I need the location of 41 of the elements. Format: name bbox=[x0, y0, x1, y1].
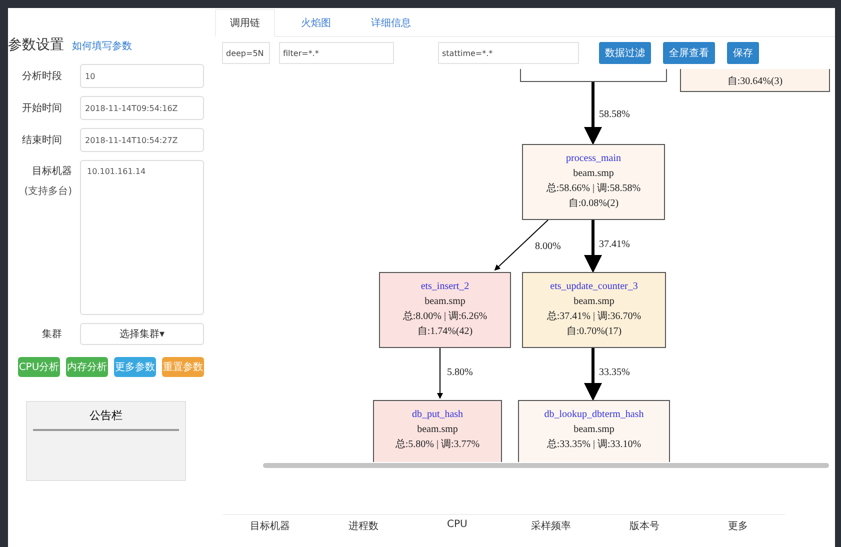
input-field[interactable]: 2018-11-14T10:54:27Z bbox=[80, 128, 204, 152]
graph-node[interactable]: 自:30.64%(3) bbox=[680, 69, 830, 92]
column-header: 采样频率 bbox=[530, 520, 572, 533]
edge-label: 33.35% bbox=[599, 367, 630, 378]
field-label: 集群 bbox=[41, 328, 62, 341]
toolbar-button[interactable]: 全屏查看 bbox=[663, 42, 715, 64]
column-header: 版本号 bbox=[628, 520, 661, 533]
help-link[interactable]: 如何填写参数 bbox=[72, 39, 132, 53]
field-hint: (支持多台) bbox=[24, 184, 72, 198]
edge-label: 5.80% bbox=[447, 367, 473, 378]
graph-node[interactable]: db_lookup_dbterm_hash beam.smp 总:33.35% | 调:33.10% bbox=[518, 400, 670, 462]
column-header: CPU bbox=[446, 519, 468, 532]
filter-field[interactable]: deep=5N bbox=[222, 42, 270, 64]
scrollbar-thumb[interactable] bbox=[263, 463, 829, 468]
notice-title: 公告栏 bbox=[90, 409, 122, 422]
graph-node[interactable]: db_put_hash beam.smp 总:5.80% | 调:3.77% bbox=[373, 400, 502, 462]
column-header: 目标机器 bbox=[248, 520, 291, 533]
edge-label: 37.41% bbox=[599, 239, 630, 250]
cluster-dropdown[interactable]: 选择集群▾ bbox=[80, 323, 204, 345]
text-area[interactable]: 10.101.161.14 bbox=[80, 160, 204, 315]
toolbar-button[interactable]: 数据过滤 bbox=[599, 42, 651, 64]
filter-field[interactable]: filter=*.* bbox=[279, 42, 394, 64]
graph-node[interactable]: process_main beam.smp 总:58.66% | 调:58.58% 自:0.08%(2) bbox=[522, 144, 665, 220]
panel-title: 参数设置 bbox=[8, 36, 64, 54]
column-header: 进程数 bbox=[348, 520, 380, 533]
column-header: 更多 bbox=[727, 520, 750, 533]
filter-field[interactable]: stattime=*.* bbox=[438, 42, 579, 64]
field-label: 目标机器 bbox=[31, 164, 72, 178]
edge-label: 8.00% bbox=[535, 241, 561, 252]
graph-node[interactable]: ets_update_counter_3 beam.smp 总:37.41% | 调:36.70% 自:0.70%(17) bbox=[522, 272, 666, 348]
tab[interactable]: 详细信息 bbox=[357, 10, 425, 36]
toolbar-button[interactable]: 保存 bbox=[727, 42, 759, 64]
field-label: 分析时段 bbox=[21, 70, 62, 83]
tab[interactable]: 调用链 bbox=[215, 9, 275, 37]
edge-label: 58.58% bbox=[599, 109, 630, 120]
input-field[interactable]: 2018-11-14T09:54:16Z bbox=[80, 96, 204, 120]
tab[interactable]: 火焰图 bbox=[287, 10, 345, 36]
field-label: 结束时间 bbox=[21, 134, 62, 147]
graph-node[interactable]: ets_insert_2 beam.smp 总:8.00% | 调:6.26% 自:1.74%(42) bbox=[379, 272, 511, 348]
field-label: 开始时间 bbox=[21, 102, 62, 115]
input-field[interactable]: 10 bbox=[80, 64, 204, 88]
